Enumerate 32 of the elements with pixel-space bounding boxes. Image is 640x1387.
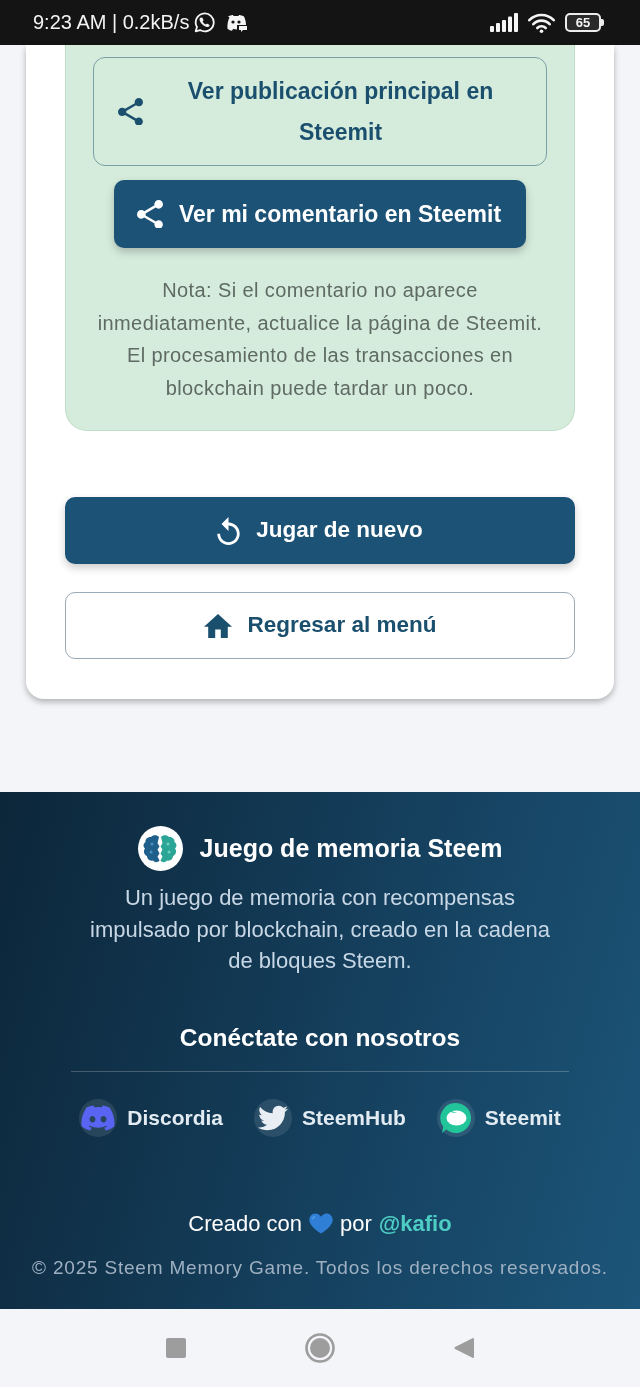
note-text: Nota: Si el comentario no aparece inmediatamente, actualice la página de Steemit. El procesamiento de las transacciones en blockchain puede tardar un poco. <box>96 278 544 401</box>
wifi-icon <box>528 12 555 33</box>
share-icon <box>118 97 143 126</box>
menu-button[interactable]: Regresar al menú <box>65 592 575 659</box>
replay-icon <box>217 516 241 545</box>
share-button[interactable]: Ver mi comentario en Steemit <box>113 180 527 248</box>
bird-icon <box>254 1098 292 1137</box>
share-button[interactable]: Ver publicación principal en Steemit <box>93 57 547 166</box>
status-text: 9:23 AM | 0.2kB/s <box>33 11 190 34</box>
social-link[interactable]: Discordia <box>79 1098 223 1137</box>
social-link[interactable]: Steemit <box>436 1098 561 1137</box>
credit-text: Creado con <box>188 1210 303 1237</box>
back-icon[interactable] <box>454 1337 474 1359</box>
heart-icon <box>309 1213 334 1234</box>
play-again-button[interactable]: Jugar de nuevo <box>65 497 575 564</box>
credit-text: por <box>340 1210 372 1237</box>
social-link[interactable]: SteemHub <box>254 1098 406 1137</box>
share-icon <box>136 199 163 229</box>
speech-bubble-icon <box>436 1098 475 1137</box>
brain-icon <box>137 826 183 871</box>
copyright-text: © 2025 Steem Memory Game. Todos los derechos reservados. <box>32 1256 608 1279</box>
footer-title: Juego de memoria Steem <box>199 834 503 863</box>
battery-indicator: 65 <box>565 13 604 32</box>
home-icon <box>203 613 232 638</box>
whatsapp-icon <box>194 12 216 33</box>
footer-description: Un juego de memoria con recompensas impulsado por blockchain, creado en la cadena de bloques Steem. <box>89 884 551 975</box>
discord-icon <box>79 1098 118 1137</box>
circle-icon[interactable] <box>305 1333 335 1363</box>
author-link[interactable]: @kafio <box>378 1210 452 1237</box>
social-heading: Conéctate con nosotros <box>179 1023 461 1052</box>
controller-icon <box>226 13 248 32</box>
signal-icon <box>490 13 518 32</box>
